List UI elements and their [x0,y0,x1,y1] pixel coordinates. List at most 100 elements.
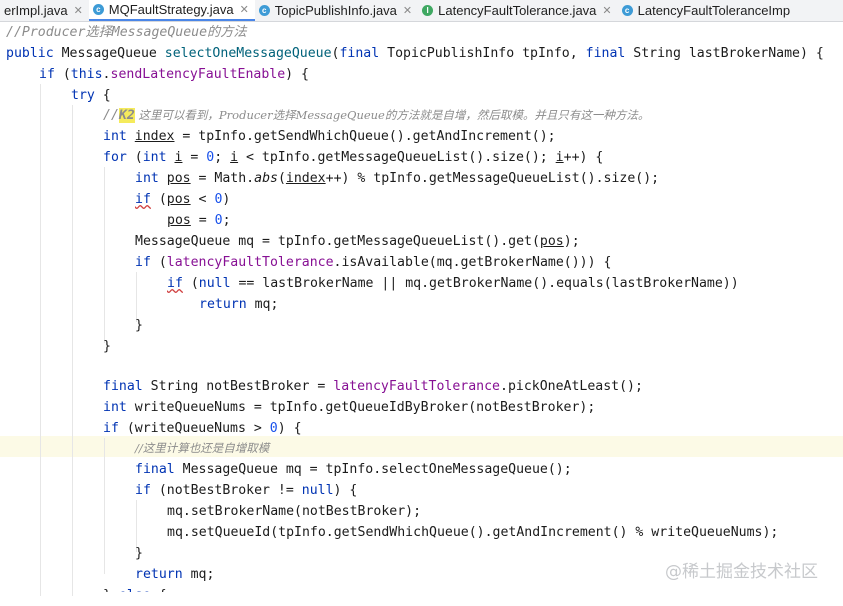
close-icon[interactable]: ✕ [74,4,83,17]
current-line-highlight [0,436,843,457]
class-icon: c [92,4,104,15]
method-name: selectOneMessageQueue [164,46,332,61]
keyword: int [103,400,127,415]
code-text: ( [54,67,71,82]
keyword: if [135,483,151,498]
close-icon[interactable]: ✕ [403,4,412,17]
code-line-13[interactable]: if (null == lastBrokerName || mq.getBrok… [167,273,739,294]
field-name: sendLatencyFaultEnable [110,67,286,82]
variable: pos [166,171,191,186]
keyword: int [103,129,127,144]
code-text: ; [214,150,231,165]
code-line-20[interactable]: if (writeQueueNums > 0) { [103,418,302,439]
code-line-24[interactable]: mq.setBrokerName(notBestBroker); [167,501,421,522]
code-text: ( [150,255,167,270]
tab-erimpl[interactable]: erImpl.java ✕ [0,0,89,21]
code-text: mq; [246,297,279,312]
code-text: mq.setBrokerName(notBestBroker); [167,504,422,519]
keyword: if [103,421,119,436]
variable: i [230,150,239,165]
code-line-12[interactable]: if (latencyFaultTolerance.isAvailable(mq… [135,252,611,273]
code-text: ); [563,234,580,249]
code-line-22[interactable]: final MessageQueue mq = tpInfo.selectOne… [135,459,572,480]
code-line-18[interactable]: final String notBestBroker = latencyFaul… [103,376,643,397]
code-line-3[interactable]: if (this.sendLatencyFaultEnable) { [39,64,309,85]
close-icon[interactable]: ✕ [602,4,611,17]
keyword: final [135,462,175,477]
code-editor[interactable]: //Producer选择MessageQueue的方法 public Messa… [0,22,843,596]
todo-marker: K2 [118,108,135,123]
code-line-2[interactable]: public MessageQueue selectOneMessageQueu… [6,43,824,64]
keyword: if [135,192,151,207]
code-line-7[interactable]: for (int i = 0; i < tpInfo.getMessageQue… [103,147,603,168]
variable: pos [539,234,564,249]
keyword: null [198,276,231,291]
variable: index [285,171,326,186]
code-text: ) { [277,421,302,436]
code-text: { [94,88,111,103]
tab-label: LatencyFaultToleranceImp [637,3,791,18]
code-line-10[interactable]: pos = 0; [167,210,231,231]
code-line-26[interactable]: } [135,543,143,564]
code-line-8[interactable]: int pos = Math.abs(index++) % tpInfo.get… [135,168,659,189]
indent-guide [40,84,41,596]
code-line-16[interactable]: } [103,336,111,357]
code-text: ) { [333,483,358,498]
static-method: abs [254,171,278,186]
keyword: for [103,150,127,165]
keyword: if [135,255,151,270]
code-line-21[interactable]: //这里计算也还是自增取模 [135,438,269,459]
code-line-11[interactable]: MessageQueue mq = tpInfo.getMessageQueue… [135,231,580,252]
code-line-15[interactable]: } [135,315,143,336]
code-text: ; [222,213,231,228]
tab-label: MQFaultStrategy.java [108,2,234,17]
code-line-6[interactable]: int index = tpInfo.getSendWhichQueue().g… [103,126,556,147]
keyword: public [6,46,54,61]
code-text: = Math. [190,171,255,186]
code-text: = [190,213,215,228]
number: 0 [214,213,223,228]
keyword: final [103,379,143,394]
code-line-9[interactable]: if (pos < 0) [135,189,230,210]
code-text: String notBestBroker = [142,379,334,394]
code-text: MessageQueue [53,46,165,61]
code-line-27[interactable]: return mq; [135,564,214,585]
code-text: (writeQueueNums > [118,421,270,436]
field-name: latencyFaultTolerance [333,379,500,394]
code-text: ( [277,171,286,186]
tab-topicpublishinfo[interactable]: c TopicPublishInfo.java ✕ [255,0,418,21]
code-line-23[interactable]: if (notBestBroker != null) { [135,480,357,501]
close-icon[interactable]: ✕ [240,3,249,16]
code-text: MessageQueue mq = tpInfo.getMessageQueue… [135,234,540,249]
code-text: ++) { [563,150,604,165]
code-text: = tpInfo.getSendWhichQueue().getAndIncre… [174,129,556,144]
tab-mqfaultstrategy[interactable]: c MQFaultStrategy.java ✕ [88,0,255,21]
code-text: MessageQueue mq = tpInfo.selectOneMessag… [174,462,572,477]
tab-latencyfaulttolerance[interactable]: I LatencyFaultTolerance.java ✕ [418,0,617,21]
watermark: @稀土掘金技术社区 [665,562,818,582]
code-line-14[interactable]: return mq; [199,294,278,315]
code-text: ( [182,276,199,291]
code-line-25[interactable]: mq.setQueueId(tpInfo.getSendWhichQueue()… [167,522,778,543]
code-text: ) [222,192,231,207]
variable: pos [166,192,191,207]
code-line-5[interactable]: //K2 这里可以看到，Producer选择MessageQueue的方法就是自… [103,105,649,126]
code-line-4[interactable]: try { [71,85,111,106]
class-icon: c [621,5,633,16]
keyword: final [585,46,626,61]
comment: 这里可以看到，Producer选择MessageQueue的方法就是自增，然后取… [134,108,650,122]
code-text: String lastBrokerName) { [625,46,824,61]
keyword: if [167,276,183,291]
keyword: int [142,150,167,165]
code-line-1[interactable]: //Producer选择MessageQueue的方法 [6,22,247,43]
code-text: TopicPublishInfo tpInfo, [379,46,586,61]
code-line-19[interactable]: int writeQueueNums = tpInfo.getQueueIdBy… [103,397,595,418]
tab-latencyfaulttoleranceimpl[interactable]: c LatencyFaultToleranceImp [618,0,796,21]
field-name: latencyFaultTolerance [166,255,334,270]
code-text: } [135,546,143,561]
variable: index [134,129,175,144]
keyword: return [135,567,183,582]
